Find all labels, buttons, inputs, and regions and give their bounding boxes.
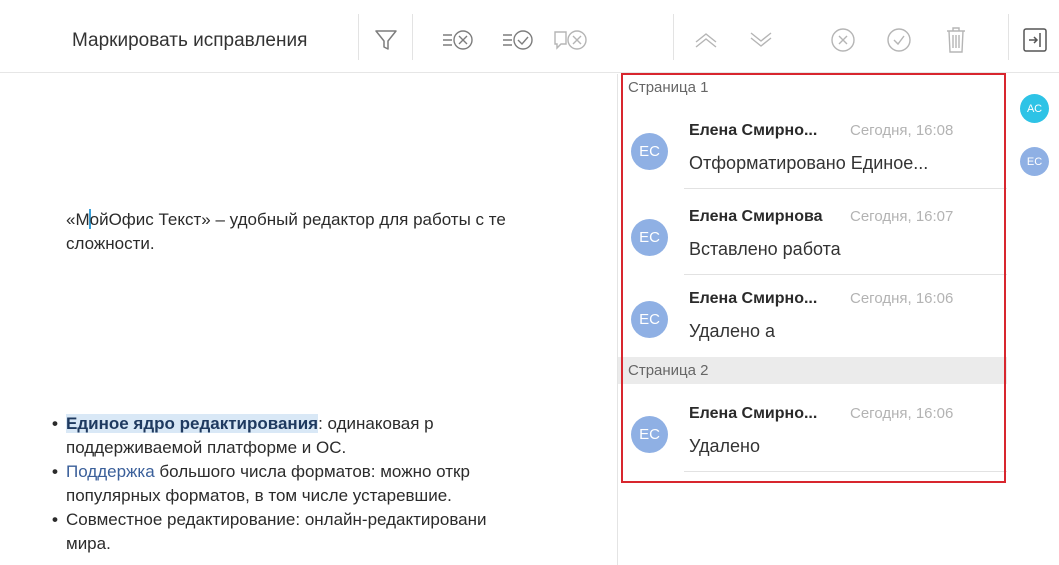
toolbar-divider <box>1008 14 1009 60</box>
collaborators-column: АС ЕС <box>1009 74 1059 565</box>
change-text: Вставлено работа <box>689 239 841 259</box>
bullet: • <box>52 510 58 529</box>
list-text: поддерживаемой платформе и ОС. <box>66 438 347 457</box>
tracked-formatting[interactable]: Единое ядро редактирования <box>66 414 319 433</box>
filter-icon[interactable] <box>371 26 401 54</box>
change-item[interactable]: ЕС Елена Смирнова Сегодня, 16:07 Вставле… <box>618 189 1007 275</box>
avatar: ЕС <box>631 416 668 453</box>
document-canvas[interactable]: «МойОфис Текст» – удобный редактор для р… <box>0 74 617 565</box>
list-item: • Совместное редактирование: онлайн-реда… <box>52 508 617 556</box>
previous-change-icon[interactable] <box>693 26 719 54</box>
toggle-panel-icon[interactable] <box>1021 26 1049 54</box>
list-text: популярных форматов, в том числе устарев… <box>66 486 452 505</box>
toolbar-divider <box>412 14 413 60</box>
accept-change-icon[interactable] <box>886 26 912 54</box>
change-time: Сегодня, 16:07 <box>850 208 954 225</box>
page-header: Страница 2 <box>618 357 1007 384</box>
change-text: Отформатировано Единое... <box>689 153 929 173</box>
bullet-list: • Единое ядро редактирования: одинаковая… <box>52 412 617 556</box>
mark-changes-toggle[interactable]: Маркировать исправления <box>72 30 307 52</box>
paragraph-text: ойОфис Текст» – удобный редактор для раб… <box>89 210 506 229</box>
accept-all-icon[interactable] <box>501 26 537 54</box>
paragraph-text: «М <box>66 210 90 229</box>
avatar: ЕС <box>631 133 668 170</box>
bullet: • <box>52 462 58 481</box>
document-paragraph: «МойОфис Текст» – удобный редактор для р… <box>66 208 506 256</box>
change-text: Удалено <box>689 436 761 456</box>
page-header: Страница 1 <box>628 79 709 96</box>
list-item: • Поддержка большого числа форматов: мож… <box>52 460 617 508</box>
avatar: ЕС <box>631 219 668 256</box>
list-text: Совместное редактирование: онлайн-редакт… <box>66 510 487 529</box>
change-author: Елена Смирнова <box>689 208 823 225</box>
user-avatar[interactable]: АС <box>1020 94 1049 123</box>
change-author: Елена Смирно... <box>689 122 818 139</box>
change-time: Сегодня, 16:06 <box>850 290 954 307</box>
reject-all-icon[interactable] <box>441 26 477 54</box>
avatar: ЕС <box>631 301 668 338</box>
list-text: : одинаковая р <box>318 414 434 433</box>
change-time: Сегодня, 16:08 <box>850 122 954 139</box>
toolbar-divider <box>358 14 359 60</box>
trash-icon[interactable] <box>943 26 969 54</box>
paragraph-text: сложности. <box>66 234 155 253</box>
delete-comments-icon[interactable] <box>553 26 589 54</box>
list-text-link: Поддержка <box>66 462 155 481</box>
change-author: Елена Смирно... <box>689 290 818 307</box>
review-toolbar: Маркировать исправления <box>0 0 1059 73</box>
reject-change-icon[interactable] <box>830 26 856 54</box>
bullet: • <box>52 414 58 433</box>
divider <box>684 471 1007 472</box>
change-item[interactable]: ЕС Елена Смирно... Сегодня, 16:08 Отформ… <box>618 103 1007 189</box>
next-change-icon[interactable] <box>748 26 774 54</box>
list-item: • Единое ядро редактирования: одинаковая… <box>52 412 617 460</box>
toolbar-divider <box>673 14 674 60</box>
change-item[interactable]: ЕС Елена Смирно... Сегодня, 16:06 Удален… <box>618 271 1007 357</box>
change-author: Елена Смирно... <box>689 405 818 422</box>
list-text: мира. <box>66 534 111 553</box>
change-text: Удалено а <box>689 321 776 341</box>
changes-panel: Страница 1 ЕС Елена Смирно... Сегодня, 1… <box>617 74 1008 565</box>
user-avatar[interactable]: ЕС <box>1020 147 1049 176</box>
change-time: Сегодня, 16:06 <box>850 405 954 422</box>
list-text: большого числа форматов: можно откр <box>154 462 470 481</box>
change-item[interactable]: ЕС Елена Смирно... Сегодня, 16:06 Удален… <box>618 386 1007 472</box>
